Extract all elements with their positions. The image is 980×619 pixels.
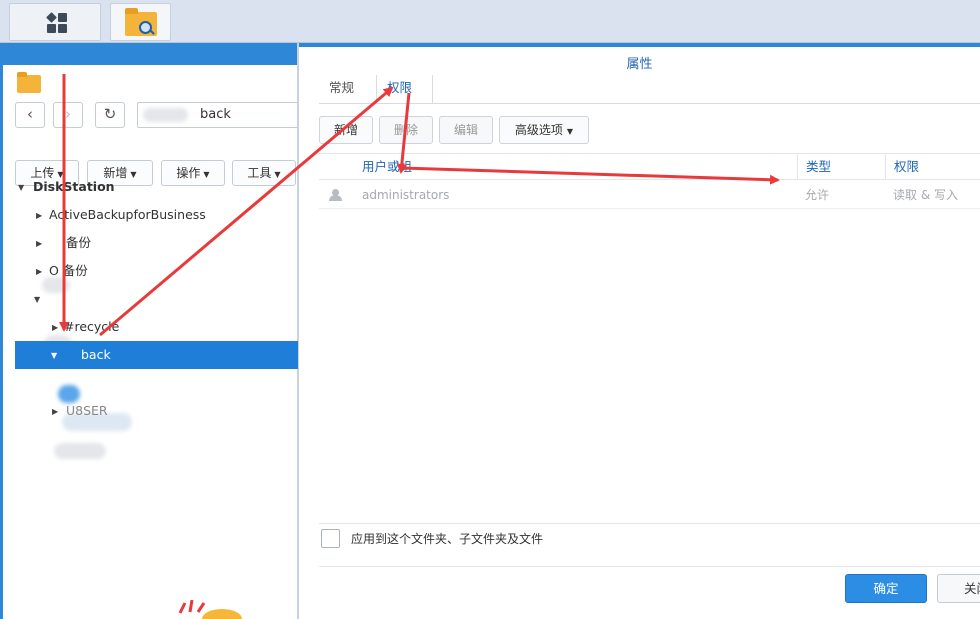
create-permission-button[interactable]: 新增 bbox=[319, 116, 373, 144]
cell-user: administrators bbox=[362, 188, 450, 202]
tree-item[interactable]: ▶ 备份 bbox=[14, 229, 294, 257]
tabs-divider bbox=[319, 103, 980, 104]
tree-item-label: #recycle bbox=[64, 319, 120, 334]
tree-item-label: U8SER bbox=[66, 403, 108, 418]
forward-button[interactable]: › bbox=[53, 102, 83, 128]
ok-button[interactable]: 确定 bbox=[845, 574, 927, 603]
cell-permission: 读取 & 写入 bbox=[893, 188, 958, 202]
apply-to-children-checkbox[interactable] bbox=[321, 529, 340, 548]
refresh-button[interactable]: ↻ bbox=[95, 102, 125, 128]
file-station-taskbar-button[interactable] bbox=[110, 3, 171, 41]
expand-right-icon: ▶ bbox=[52, 407, 59, 416]
tree-root[interactable]: ▼ DiskStation bbox=[14, 173, 294, 201]
column-user[interactable]: 用户或组 bbox=[362, 154, 412, 180]
dialog-title: 属性 bbox=[299, 43, 980, 79]
expand-right-icon: ▶ bbox=[36, 211, 43, 220]
expand-down-icon: ▼ bbox=[34, 295, 41, 304]
tree-item-label: back bbox=[81, 347, 111, 362]
expand-down-icon: ▼ bbox=[51, 351, 58, 360]
main-menu-button[interactable] bbox=[9, 3, 101, 41]
divider bbox=[319, 523, 980, 524]
tree-item-label: ActiveBackupforBusiness bbox=[49, 207, 206, 222]
apply-to-children-label: 应用到这个文件夹、子文件夹及文件 bbox=[351, 532, 544, 546]
tree-item[interactable]: ▶ U8SER bbox=[14, 397, 294, 425]
file-station-window: ‹ › ↻ back 上传 ▼ 新增 ▼ 操作 ▼ 工具 ▼ ▼ DiskStation… bbox=[0, 43, 307, 619]
tree-item[interactable]: ▶ ActiveBackupforBusiness bbox=[14, 201, 294, 229]
expand-right-icon: ▶ bbox=[52, 323, 59, 332]
file-station-folder-icon bbox=[125, 8, 157, 36]
tab-general[interactable]: 常规 bbox=[319, 75, 376, 103]
table-row[interactable]: administrators 允许 读取 & 写入 bbox=[319, 181, 980, 209]
advanced-options-button[interactable]: 高级选项 ▼ bbox=[499, 116, 589, 144]
tree-root-label: DiskStation bbox=[33, 179, 115, 194]
tree-item[interactable]: ▶ O 备份 bbox=[14, 257, 294, 285]
tree-share[interactable]: ▼ bbox=[14, 285, 294, 313]
cell-type: 允许 bbox=[805, 188, 830, 202]
back-button[interactable]: ‹ bbox=[15, 102, 45, 128]
refresh-icon: ↻ bbox=[103, 105, 117, 123]
file-station-app-icon bbox=[17, 72, 41, 93]
path-value: back bbox=[200, 107, 231, 122]
column-divider bbox=[797, 154, 798, 180]
delete-permission-button[interactable]: 删除 bbox=[379, 116, 433, 144]
column-type[interactable]: 类型 bbox=[806, 154, 831, 180]
user-group-icon bbox=[329, 189, 343, 201]
edit-permission-button[interactable]: 编辑 bbox=[439, 116, 493, 144]
chevron-left-icon: ‹ bbox=[27, 105, 33, 123]
chevron-right-icon: › bbox=[65, 105, 71, 123]
tree-item-label: O 备份 bbox=[49, 263, 88, 278]
apps-grid-icon bbox=[46, 12, 67, 33]
taskbar bbox=[0, 0, 980, 43]
redacted-path bbox=[143, 108, 188, 122]
expand-down-icon: ▼ bbox=[18, 183, 25, 192]
tree-item-selected[interactable]: ▼ back bbox=[15, 341, 298, 369]
advanced-options-label: 高级选项 bbox=[514, 123, 563, 137]
redacted-label bbox=[54, 443, 106, 459]
tree-item-label: 备份 bbox=[66, 235, 92, 250]
permissions-table-header: 用户或组 类型 权限 bbox=[319, 153, 980, 180]
tab-permissions[interactable]: 权限 bbox=[376, 75, 433, 103]
tree-item[interactable]: ▶ #recycle bbox=[14, 313, 294, 341]
close-button[interactable]: 关闭 bbox=[937, 574, 980, 603]
expand-right-icon: ▶ bbox=[36, 239, 43, 248]
file-station-header bbox=[0, 43, 297, 65]
expand-right-icon: ▶ bbox=[36, 267, 43, 276]
column-divider bbox=[885, 154, 886, 180]
divider bbox=[319, 566, 980, 567]
sticker-icon bbox=[178, 600, 242, 619]
caret-down-icon: ▼ bbox=[566, 127, 574, 136]
properties-dialog: 属性 常规 权限 新增 删除 编辑 高级选项 ▼ 用户或组 类型 权限 admin… bbox=[298, 43, 980, 619]
column-permission[interactable]: 权限 bbox=[894, 154, 919, 180]
